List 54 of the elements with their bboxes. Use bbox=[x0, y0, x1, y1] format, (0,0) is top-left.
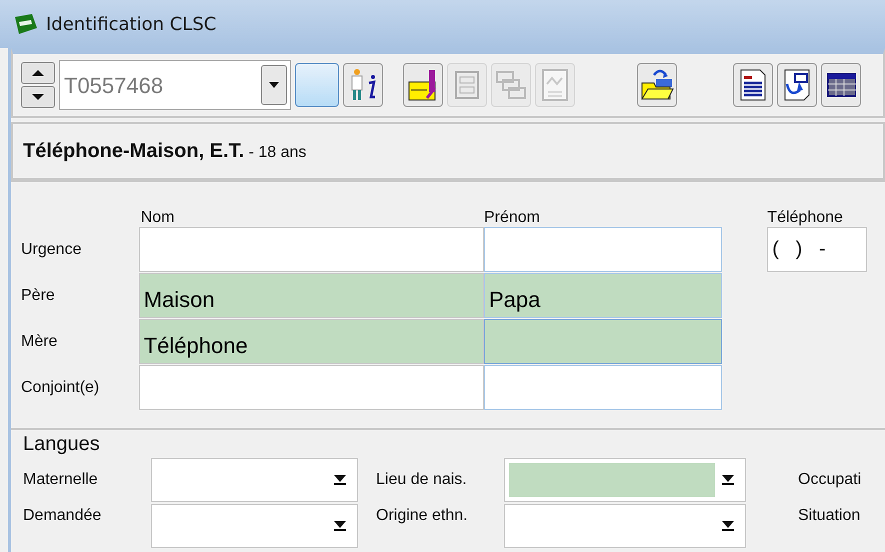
toolbar-button[interactable] bbox=[637, 63, 677, 107]
text-field[interactable] bbox=[484, 319, 722, 364]
dropdown-arrow-icon bbox=[333, 474, 347, 486]
table-icon bbox=[826, 70, 856, 100]
toolbar-button[interactable] bbox=[733, 63, 773, 107]
dropdown-field[interactable] bbox=[504, 458, 746, 502]
field-label: Lieu de nais. bbox=[376, 471, 467, 488]
text-field[interactable] bbox=[138, 227, 484, 272]
field-label: Occupati bbox=[798, 471, 862, 488]
window-title: Identification CLSC bbox=[46, 12, 216, 36]
phone-field[interactable]: ( ) - bbox=[767, 227, 868, 272]
toolbar-button[interactable] bbox=[777, 63, 817, 107]
chart-document-icon bbox=[540, 68, 570, 102]
dropdown-arrow-icon bbox=[721, 474, 735, 486]
text-field[interactable] bbox=[138, 365, 484, 410]
dropdown-field[interactable] bbox=[151, 504, 358, 548]
text-field[interactable]: Téléphone bbox=[138, 319, 484, 364]
down-arrow-icon bbox=[31, 93, 45, 101]
text-field[interactable] bbox=[484, 365, 722, 410]
spin-down-button[interactable] bbox=[21, 86, 55, 108]
text-field[interactable] bbox=[484, 227, 722, 272]
field-label: Conjoint(e) bbox=[21, 378, 100, 398]
field-label: Situation bbox=[798, 507, 860, 524]
spin-up-button[interactable] bbox=[21, 62, 55, 84]
dropdown-button[interactable] bbox=[261, 65, 287, 105]
field-label: Maternelle bbox=[23, 471, 98, 488]
section-title: Langues bbox=[23, 432, 100, 456]
caret-icon bbox=[269, 82, 279, 88]
up-arrow-icon bbox=[31, 69, 45, 77]
export-document-icon bbox=[782, 68, 812, 102]
dropdown-arrow-icon bbox=[721, 520, 735, 532]
record-combo[interactable]: T0557468 bbox=[59, 60, 291, 110]
patient-name: Téléphone-Maison, E.T. - 18 ans bbox=[23, 139, 306, 164]
field-label: Mère bbox=[21, 332, 58, 352]
column-header: Prénom bbox=[484, 208, 541, 227]
toolbar-button[interactable] bbox=[821, 63, 861, 107]
field-label: Demandée bbox=[23, 507, 102, 524]
dropdown-field[interactable] bbox=[151, 458, 358, 502]
text-field[interactable]: Maison bbox=[138, 273, 484, 318]
dropdown-field[interactable] bbox=[504, 504, 746, 548]
toolbar-button[interactable] bbox=[343, 63, 383, 107]
toolbar-button[interactable] bbox=[403, 63, 443, 107]
field-label: Urgence bbox=[21, 240, 82, 260]
folder-key-icon bbox=[407, 68, 439, 102]
field-label: Père bbox=[21, 286, 55, 306]
dropdown-arrow-icon bbox=[333, 520, 347, 532]
folders-icon bbox=[495, 69, 527, 101]
text-field[interactable]: Papa bbox=[484, 273, 722, 318]
column-header: Nom bbox=[140, 208, 176, 227]
report-icon bbox=[738, 68, 768, 102]
app-logo-icon bbox=[12, 13, 38, 35]
field-label: Téléphone bbox=[767, 208, 844, 227]
cabinet-icon bbox=[452, 69, 482, 101]
field-label: Origine ethn. bbox=[376, 507, 468, 524]
